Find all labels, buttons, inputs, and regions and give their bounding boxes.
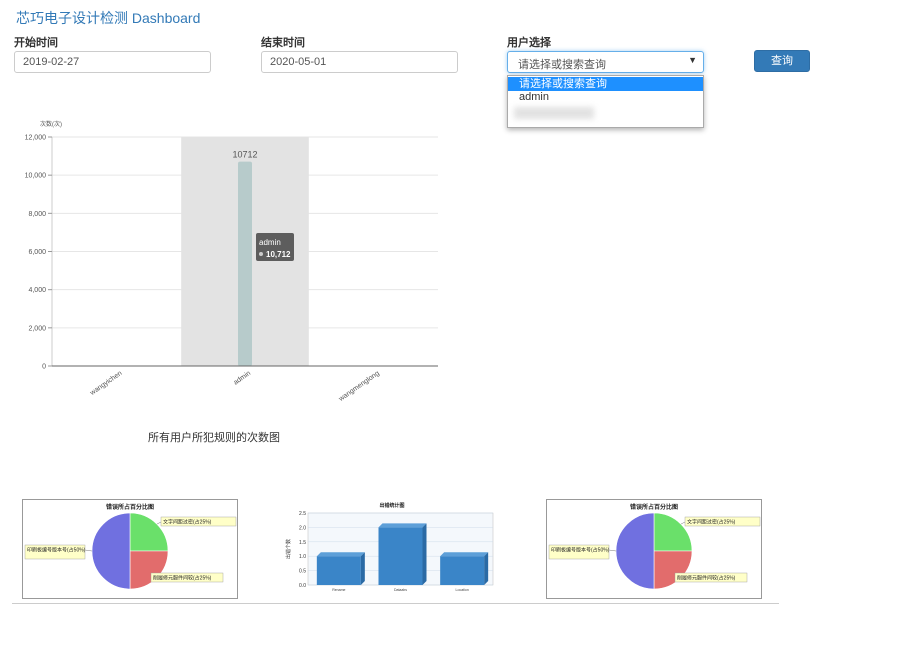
tooltip: admin 10,712 [256,233,294,261]
main-chart-caption: 所有用户所犯规则的次数图 [148,432,280,444]
minibar-ylabel: 出错个数 [285,539,292,559]
bottom-divider [12,603,779,604]
minibar-y-tick: 1.5 [299,540,306,546]
pie-slice [615,512,655,590]
pie-label: 印刷板编号版本号(占50%) [551,547,610,554]
minibar-x-tick: Dataabs [394,588,407,592]
y-tick-label: 10,000 [25,173,47,180]
pie-slice [653,550,693,590]
pie-leader-line [156,521,162,525]
pie-label: 文字间距过密(占25%) [163,519,212,526]
error-pie-chart-2: 错误所占百分比图 文字间距过密(占25%) 削履修元服件间较(占25%) 印刷板编号… [546,499,762,599]
pie-label: 文字间距过密(占25%) [687,519,736,526]
minibar-bar-top [378,523,427,528]
pie-slice [129,550,169,590]
minibar-bar [316,556,361,585]
bar-admin [238,161,252,366]
x-tick-label-wangyichen: wangyichen [88,370,123,398]
error-stat-bar-chart: 出错统计图 出错个数 0.0 0.5 1.0 1.5 2.0 2.5 Rename Data… [285,499,500,597]
main-bar-chart: 次数(次) 02,0004,0006,0008,00010,00012,000 … [25,120,438,404]
minibar-bar [440,556,485,585]
user-select[interactable]: 请选择或搜索查询 ▼ [507,51,704,73]
pie-label: 削履修元服件间较(占25%) [677,575,736,582]
pie-leader-line [84,549,93,552]
pie-slice [91,512,131,590]
minibar-y-tick: 2.5 [299,511,306,517]
minibar-x-tick: Rename [332,588,345,592]
pie-2-title: 错误所占百分比图 [630,503,678,511]
minibar-y-tick: 2.0 [299,525,306,531]
tooltip-title: admin [259,238,281,247]
minibar-bar-side [484,552,489,585]
tooltip-dot [259,252,263,256]
pie-label: 印刷板编号版本号(占50%) [27,547,86,554]
pie-1-title: 错误所占百分比图 [106,503,154,511]
minibar-title: 出错统计图 [379,502,404,509]
user-option-admin[interactable]: admin [508,90,703,104]
pie-leader-line [680,521,686,525]
y-tick-label: 4,000 [28,287,46,294]
pie-label: 削履修元服件间较(占25%) [153,575,212,582]
start-time-label: 开始时间 [14,37,58,49]
brand-title[interactable]: 芯巧电子设计检测 Dashboard [16,8,200,28]
x-tick-label-admin: admin [233,370,253,387]
user-dropdown-list: 请选择或搜索查询 admin [507,75,704,128]
y-tick-label: 6,000 [28,249,46,256]
blurred-option [514,107,594,119]
query-button[interactable]: 查询 [754,50,810,72]
y-tick-label: 2,000 [28,325,46,332]
minibar-bar-side [360,552,365,585]
minibar-y-tick: 0.5 [299,569,306,575]
x-tick-label-wangmenglong: wangmenglong [337,370,381,404]
minibar-bar-top [316,552,365,557]
chevron-down-icon: ▼ [688,55,697,65]
y-tick-label: 0 [42,364,46,371]
y-tick-label: 8,000 [28,211,46,218]
minibar-y-tick: 0.0 [299,583,306,589]
bar-data-label: 10712 [232,150,257,160]
user-option-placeholder[interactable]: 请选择或搜索查询 [508,77,703,91]
minibar-y-tick: 1.0 [299,554,306,560]
y-tick-label: 12,000 [25,135,47,142]
minibar-bar [378,527,423,585]
start-date-input[interactable] [14,51,211,73]
y-axis-label: 次数(次) [40,120,62,128]
user-select-value: 请选择或搜索查询 [518,59,606,71]
error-pie-chart-1: 错误所占百分比图 文字间距过密(占25%) 削履修元服件间较(占25%) 印刷板编号… [22,499,238,599]
pie-leader-line [608,549,617,552]
tooltip-value: 10,712 [266,250,291,259]
minibar-bar-top [440,552,489,557]
minibar-bar-side [422,523,427,585]
user-select-label: 用户选择 [507,37,551,49]
end-time-label: 结束时间 [261,37,305,49]
minibar-x-tick: Location [456,588,469,592]
end-date-input[interactable] [261,51,458,73]
